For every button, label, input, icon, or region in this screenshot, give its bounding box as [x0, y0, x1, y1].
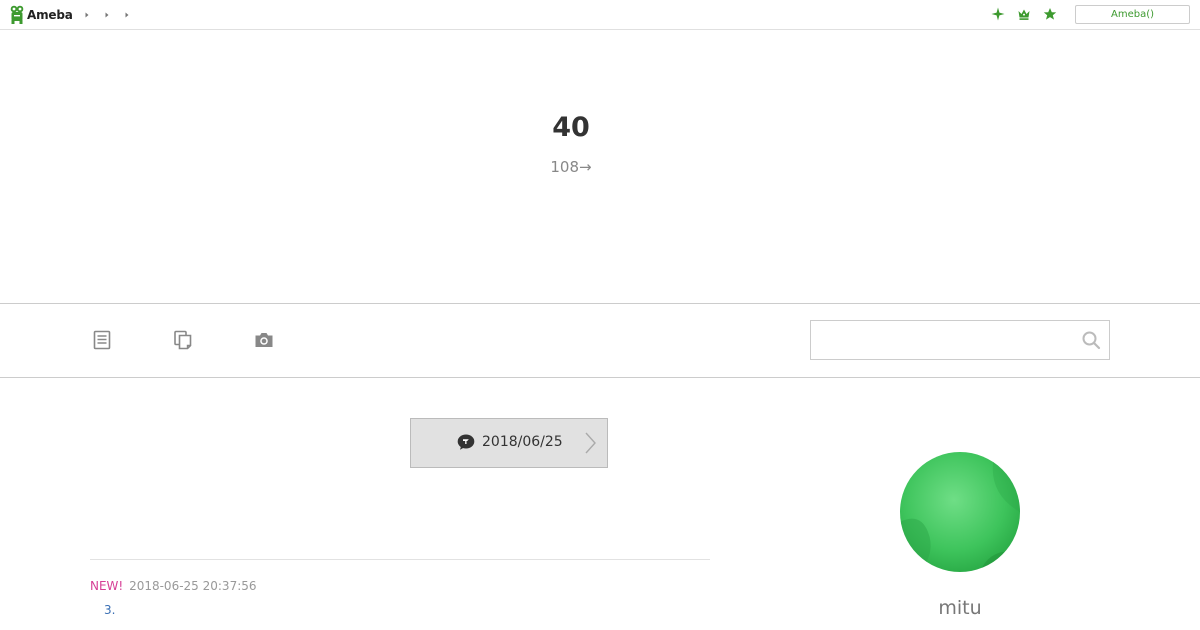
ameba-frog-icon: [10, 5, 24, 24]
profile-avatar[interactable]: [900, 452, 1020, 572]
entry-meta: NEW! 2018-06-25 20:37:56: [90, 579, 257, 593]
new-badge: NEW!: [90, 579, 124, 593]
ameba-login-button[interactable]: Ameba(): [1075, 5, 1190, 24]
search-input[interactable]: [811, 321, 1071, 359]
speech-bubble-icon: [457, 434, 475, 450]
search-box: [810, 320, 1110, 360]
breadcrumb: [84, 10, 130, 20]
latest-entry-date-button[interactable]: 2018/06/25: [410, 418, 608, 468]
latest-entry-date: 2018/06/25: [482, 434, 563, 450]
camera-icon[interactable]: [253, 329, 275, 351]
breadcrumb-arrow-icon[interactable]: [84, 10, 90, 20]
star-icon[interactable]: [1043, 7, 1057, 21]
blog-nav-strip: [0, 303, 1200, 378]
theme-copy-icon[interactable]: [172, 329, 194, 351]
blog-title: 40: [552, 112, 590, 143]
top-bar: Ameba Ameba(): [0, 0, 1200, 30]
blog-subtitle-link[interactable]: 108→: [0, 158, 1142, 176]
entry-title-link[interactable]: 3.: [104, 603, 115, 617]
header-icon-group: [991, 7, 1057, 21]
breadcrumb-arrow-icon[interactable]: [104, 10, 110, 20]
entry-timestamp: 2018-06-25 20:37:56: [129, 579, 257, 593]
entry-divider: [90, 559, 710, 560]
chevron-right-icon: [585, 432, 596, 454]
profile-name[interactable]: mitu: [860, 597, 1060, 619]
crown-icon[interactable]: [1017, 7, 1031, 21]
ameba-logo[interactable]: Ameba: [10, 5, 73, 24]
search-icon[interactable]: [1081, 330, 1101, 350]
logo-wordmark: Ameba: [27, 7, 73, 22]
entry-list-icon[interactable]: [91, 329, 113, 351]
sparkle-icon[interactable]: [991, 7, 1005, 21]
breadcrumb-arrow-icon[interactable]: [124, 10, 130, 20]
avatar-image: [900, 452, 1020, 572]
